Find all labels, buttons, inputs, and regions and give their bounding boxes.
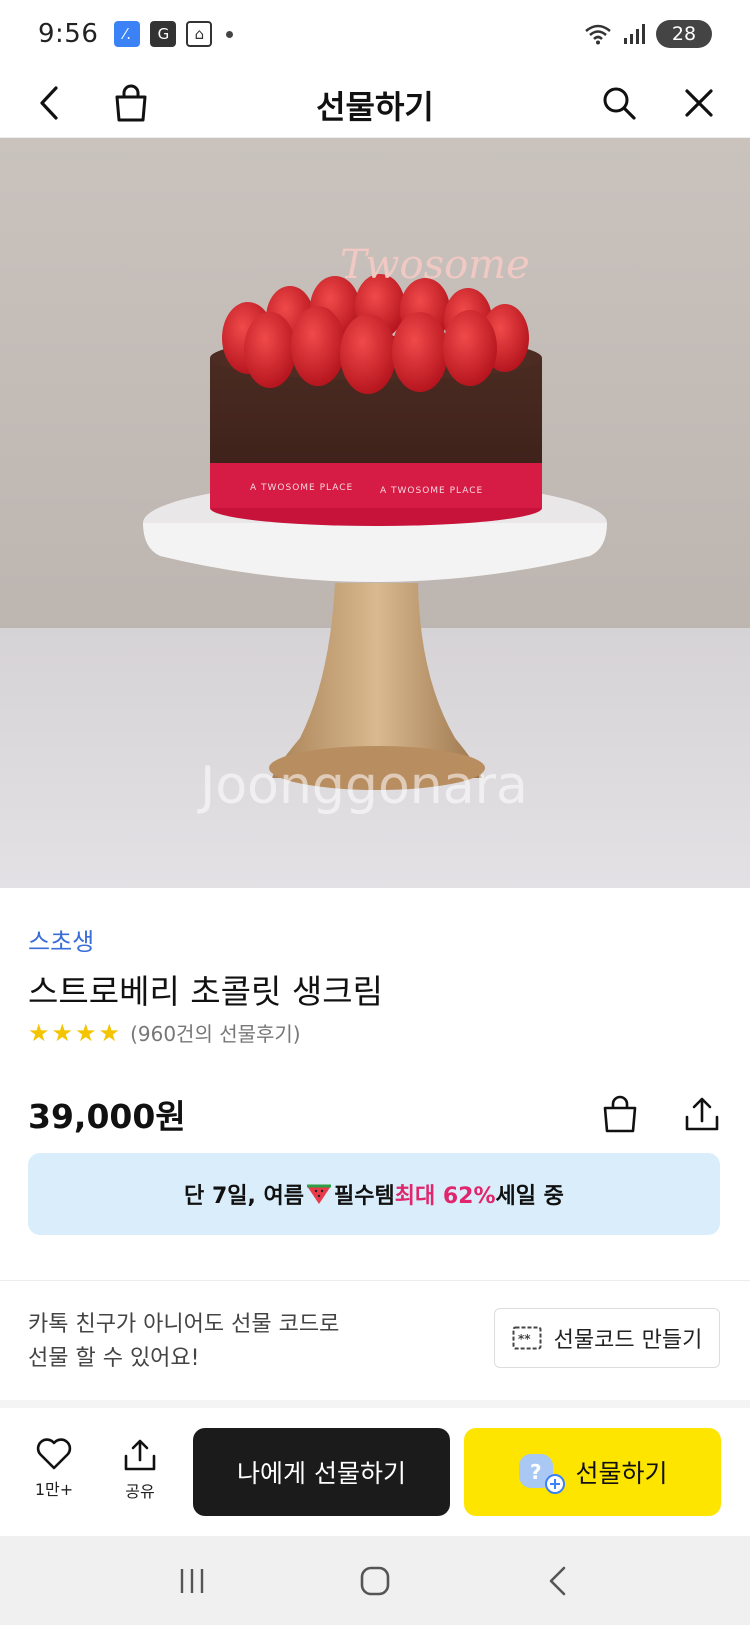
watermark-text: Joonggonara — [197, 756, 528, 816]
promo-banner[interactable]: 단 7일, 여름 필수템 최대 62% 세일 중 — [28, 1153, 720, 1235]
ribbon-text-right: A TWOSOME PLACE — [380, 486, 483, 496]
like-count: 1만+ — [34, 1480, 74, 1499]
back-arrow-icon — [550, 1566, 566, 1595]
gift-code-button-label: 선물코드 만들기 — [553, 1328, 703, 1353]
wifi-icon — [585, 24, 611, 45]
add-to-cart-button[interactable] — [596, 1090, 644, 1138]
search-icon — [603, 87, 636, 120]
notification-icons: ⁄. G ⌂ — [114, 21, 234, 47]
gift-code-line-2: 선물 할 수 있어요! — [28, 1346, 200, 1371]
star-icon: ★ — [51, 1018, 74, 1047]
cart-button[interactable] — [106, 78, 156, 128]
top-navigation: 선물하기 — [0, 68, 750, 138]
battery-level: 28 — [671, 23, 697, 45]
review-count[interactable]: (960건의 선물후기) — [130, 1018, 301, 1047]
status-bar: 9:56 ⁄. G ⌂ 28 — [0, 0, 750, 68]
gift-code-line-1: 카톡 친구가 아니어도 선물 코드로 — [28, 1312, 340, 1337]
shopping-bag-icon — [603, 1095, 637, 1133]
product-name: 스트로베리 초콜릿 생크림 — [28, 972, 383, 1011]
system-status-icons: 28 — [584, 20, 712, 48]
notification-icon-2: G — [150, 21, 177, 47]
product-image[interactable]: A TWOSOME PLACE A TWOSOME PLACE Twosome … — [0, 138, 750, 888]
signal-icon — [624, 24, 645, 44]
more-notifications-dot — [226, 30, 234, 38]
ribbon-text-left: A TWOSOME PLACE — [250, 483, 353, 493]
recent-apps-button[interactable] — [162, 1551, 222, 1611]
promo-text-before: 단 7일, 여름 — [184, 1184, 304, 1209]
section-divider — [0, 1280, 750, 1281]
share-icon — [124, 1439, 156, 1471]
share-icon — [685, 1097, 719, 1131]
recent-apps-icon — [180, 1568, 203, 1593]
rating-row[interactable]: ★ ★ ★ ★ (960건의 선물후기) — [28, 1018, 301, 1047]
home-button[interactable] — [345, 1551, 405, 1611]
gift-button[interactable]: ? 선물하기 — [464, 1428, 721, 1516]
create-gift-code-button[interactable]: ** 선물코드 만들기 — [494, 1308, 720, 1368]
gift-button-label: 선물하기 — [575, 1459, 668, 1488]
share-label: 공유 — [125, 1482, 155, 1501]
search-button[interactable] — [594, 78, 644, 128]
heart-icon — [36, 1438, 72, 1470]
notification-icon-3: ⌂ — [186, 21, 213, 47]
back-button[interactable] — [24, 78, 74, 128]
chevron-left-icon — [40, 86, 58, 120]
status-time: 9:56 — [38, 19, 99, 49]
brand-link[interactable]: 스초생 — [28, 922, 94, 957]
notification-icon-1: ⁄. — [114, 21, 141, 47]
system-navigation-bar — [0, 1536, 750, 1625]
like-button[interactable]: 1만+ — [18, 1438, 90, 1500]
cake-illustration: A TWOSOME PLACE A TWOSOME PLACE Twosome … — [0, 138, 750, 888]
share-product-button[interactable] — [678, 1090, 726, 1138]
close-icon — [685, 89, 713, 117]
svg-text:**: ** — [518, 1332, 531, 1346]
home-icon — [360, 1566, 390, 1595]
star-icon: ★ — [28, 1018, 50, 1047]
gift-code-icon: ** — [512, 1326, 542, 1350]
product-price: 39,000원 — [28, 1097, 186, 1136]
gift-friend-icon: ? — [517, 1448, 566, 1496]
promo-text-middle: 필수템 — [334, 1184, 395, 1209]
system-back-button[interactable] — [528, 1551, 588, 1611]
shopping-bag-icon — [115, 84, 147, 122]
gift-code-description: 카톡 친구가 아니어도 선물 코드로 선물 할 수 있어요! — [28, 1308, 339, 1376]
svg-text:?: ? — [530, 1460, 542, 1484]
watermelon-icon — [307, 1184, 331, 1204]
gift-to-myself-button[interactable]: 나에게 선물하기 — [193, 1428, 450, 1516]
close-button[interactable] — [674, 78, 724, 128]
star-icon: ★ — [98, 1018, 121, 1047]
star-icon: ★ — [75, 1018, 97, 1047]
promo-highlight: 최대 62% — [394, 1184, 496, 1209]
section-divider — [0, 1400, 750, 1408]
battery-indicator: 28 — [656, 20, 712, 48]
promo-text-after: 세일 중 — [495, 1184, 564, 1209]
bottom-action-bar: 1만+ 공유 나에게 선물하기 ? 선물하기 — [0, 1408, 750, 1536]
share-button[interactable]: 공유 — [104, 1438, 176, 1502]
gift-to-myself-label: 나에게 선물하기 — [237, 1459, 406, 1488]
cake-topper-text: Twosome — [340, 242, 530, 288]
